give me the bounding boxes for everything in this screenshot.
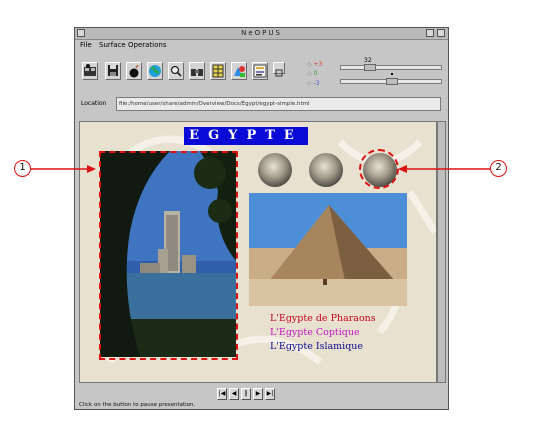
previous-icon: ◀ — [231, 390, 237, 397]
last-button[interactable]: ▶| — [265, 388, 275, 400]
window-title: NeOPUS — [241, 29, 282, 37]
slider-1[interactable] — [340, 65, 442, 70]
menu-bar: File Surface Operations — [75, 40, 448, 52]
location-field[interactable]: file:/home/user/share/admin/Overview/Doc… — [116, 97, 441, 111]
menu-surface[interactable]: Surface — [99, 41, 126, 49]
pyramid-photo[interactable] — [249, 193, 407, 306]
menu-file[interactable]: File — [80, 41, 92, 49]
callout-1: 1 — [14, 160, 31, 177]
location-label: Location — [81, 100, 107, 107]
radio-minus-label: -3 — [313, 80, 320, 87]
slider-2-marker — [391, 73, 393, 75]
bomb-icon — [129, 64, 139, 78]
status-bar: Click on the button to pause presentatio… — [79, 402, 196, 408]
search-icon — [170, 65, 182, 77]
page-title: EGYPTE — [184, 127, 308, 145]
menu-operations[interactable]: Operations — [128, 41, 166, 49]
slider-1-thumb[interactable] — [364, 64, 376, 71]
binoculars-icon — [191, 69, 203, 76]
app-window: NeOPUS File Surface Operations ◇ +3 ◇ 0 … — [74, 27, 449, 410]
pause-button[interactable]: ‖ — [241, 388, 251, 400]
pause-icon: ‖ — [244, 390, 248, 397]
save-button[interactable] — [105, 62, 121, 80]
coin-button-1[interactable] — [258, 153, 292, 187]
link-islamique[interactable]: L'Egypte Islamique — [270, 341, 363, 352]
globe-button[interactable] — [147, 62, 163, 80]
pyramid-photo-image — [249, 193, 407, 306]
grid-icon — [212, 64, 224, 78]
first-icon: |◀ — [218, 390, 226, 397]
previous-button[interactable]: ◀ — [229, 388, 239, 400]
radio-dot-icon: ◇ — [307, 70, 312, 77]
radio-zero[interactable]: ◇ 0 — [307, 70, 317, 77]
link-pharaons[interactable]: L'Egypte de Pharaons — [270, 313, 376, 324]
highlight-box-left — [99, 151, 238, 360]
radio-dot-icon: ◇ — [307, 80, 312, 87]
coin-button-2[interactable] — [309, 153, 343, 187]
link-coptique[interactable]: L'Egypte Coptique — [270, 327, 360, 338]
binoculars-button[interactable] — [189, 62, 205, 80]
film-icon — [84, 64, 96, 76]
globe-icon — [149, 65, 161, 77]
first-button[interactable]: |◀ — [217, 388, 227, 400]
radio-plus[interactable]: ◇ +3 — [307, 61, 322, 68]
radio-minus[interactable]: ◇ -3 — [307, 80, 320, 87]
content-pane: EGYPTE L'Egypte de Pharaons L'Egypte Cop… — [79, 121, 437, 383]
small-box-icon — [275, 69, 283, 77]
shapes-button[interactable] — [231, 62, 247, 80]
callout-2: 2 — [490, 160, 507, 177]
slider-value: 32 — [364, 57, 372, 64]
bomb-button[interactable] — [126, 62, 142, 80]
radio-dot-icon: ◇ — [307, 61, 312, 68]
slider-2-thumb[interactable] — [386, 78, 398, 85]
list-button[interactable] — [252, 62, 268, 80]
callout-1-arrow — [31, 165, 96, 173]
save-icon — [108, 65, 118, 76]
list-icon — [253, 64, 267, 78]
minimize-button[interactable] — [426, 29, 434, 37]
film-button[interactable] — [82, 62, 98, 80]
grid-button[interactable] — [210, 62, 226, 80]
location-bar: Location file:/home/user/share/admin/Ove… — [79, 97, 445, 111]
small-box-button[interactable] — [273, 62, 285, 77]
highlight-circle-right — [359, 149, 399, 189]
callout-2-arrow — [398, 165, 490, 173]
shapes-icon — [234, 66, 245, 77]
search-button[interactable] — [168, 62, 184, 80]
next-icon: ▶ — [255, 390, 261, 397]
vertical-scrollbar[interactable] — [437, 121, 446, 383]
title-bar[interactable]: NeOPUS — [75, 28, 448, 40]
radio-zero-label: 0 — [313, 70, 318, 77]
last-icon: ▶| — [266, 390, 274, 397]
maximize-button[interactable] — [437, 29, 445, 37]
next-button[interactable]: ▶ — [253, 388, 263, 400]
radio-plus-label: +3 — [313, 61, 323, 68]
